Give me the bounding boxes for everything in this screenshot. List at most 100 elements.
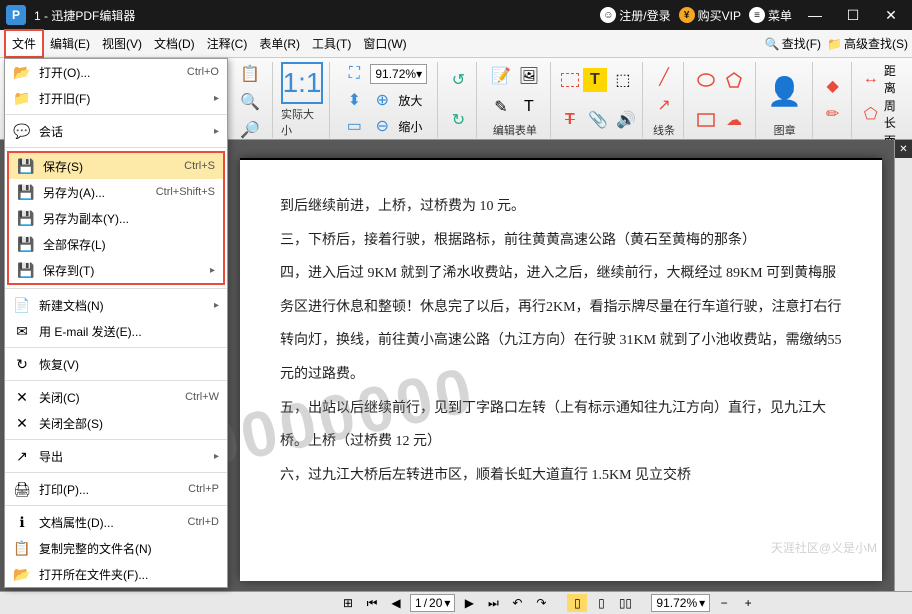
menu-open[interactable]: 📂打开(O)...Ctrl+O — [5, 59, 227, 85]
rect-icon[interactable] — [694, 108, 718, 132]
maximize-button[interactable]: ☐ — [838, 0, 868, 30]
menu-window[interactable]: 窗口(W) — [357, 31, 412, 56]
zoom-status-box[interactable]: 91.72% ▾ — [651, 594, 710, 612]
sb-prev-page[interactable]: ◀ — [386, 594, 406, 612]
page-number-box[interactable]: 1/20 ▾ — [410, 594, 455, 612]
restore-icon: ↻ — [13, 355, 31, 373]
save-as-icon: 💾 — [17, 183, 35, 201]
select-rect-icon[interactable] — [561, 73, 579, 87]
zoom-in-icon[interactable]: ⊕ — [370, 88, 394, 112]
menu-save-as[interactable]: 💾另存为(A)...Ctrl+Shift+S — [9, 179, 223, 205]
perimeter-icon[interactable]: ⬠ — [860, 102, 882, 126]
rotate-ccw-icon[interactable]: ↺ — [446, 68, 470, 92]
zoom-out-label: 缩小 — [398, 118, 422, 135]
register-login-link[interactable]: ☺注册/登录 — [600, 7, 670, 24]
save-all-icon: 💾 — [17, 235, 35, 253]
panel-close-icon[interactable]: ✕ — [895, 140, 912, 158]
menu-props[interactable]: ℹ文档属性(D)...Ctrl+D — [5, 509, 227, 535]
edit2-tool-icon[interactable]: T — [517, 95, 541, 119]
sb-next-page[interactable]: ▶ — [459, 594, 479, 612]
sb-continuous-icon[interactable]: ▯ — [591, 594, 611, 612]
zoom-out-icon[interactable]: ⊖ — [370, 114, 394, 138]
sb-facing-icon[interactable]: ▯▯ — [615, 594, 635, 612]
polygon-icon[interactable] — [722, 68, 746, 92]
line-icon[interactable]: ╱ — [652, 65, 676, 89]
buy-vip-link[interactable]: ¥购买VIP — [679, 7, 741, 24]
strike-icon[interactable]: T — [558, 108, 582, 132]
menu-session[interactable]: 💬会话▸ — [5, 118, 227, 144]
tool-find2-icon[interactable]: 🔎 — [238, 118, 262, 142]
menu-restore[interactable]: ↻恢复(V) — [5, 351, 227, 377]
tool-a-icon[interactable]: ⬚ — [611, 68, 635, 92]
zoom-in-label: 放大 — [398, 92, 422, 109]
actual-size-label: 实际大小 — [281, 106, 323, 138]
sb-forward[interactable]: ↷ — [531, 594, 551, 612]
folder-open-icon: 📂 — [13, 63, 31, 81]
props-icon: ℹ — [13, 513, 31, 531]
statusbar: ⊞ ⏮ ◀ 1/20 ▾ ▶ ⏭ ↶ ↷ ▯ ▯ ▯▯ 91.72% ▾ − + — [0, 591, 912, 614]
menu-edit[interactable]: 编辑(E) — [44, 31, 96, 56]
menu-save[interactable]: 💾保存(S)Ctrl+S — [9, 153, 223, 179]
menu-save-all[interactable]: 💾全部保存(L) — [9, 231, 223, 257]
zoom-combo[interactable]: 91.72% ▾ — [370, 64, 427, 84]
menu-comment[interactable]: 注释(C) — [201, 31, 254, 56]
pencil-icon[interactable]: ✏ — [821, 102, 845, 126]
right-sidebar: ✕ — [894, 140, 912, 591]
menu-close-all[interactable]: ✕关闭全部(S) — [5, 410, 227, 436]
text-tool-icon[interactable]: 📝 — [489, 64, 513, 88]
edit-tool-icon[interactable]: ✎ — [489, 95, 513, 119]
stamp-icon[interactable]: 👤 — [764, 70, 806, 112]
sb-zoom-in[interactable]: + — [738, 594, 758, 612]
main-menu-link[interactable]: ≡菜单 — [749, 7, 792, 24]
menu-view[interactable]: 视图(V) — [96, 31, 148, 56]
sb-zoom-out[interactable]: − — [714, 594, 734, 612]
highlight-icon[interactable]: T — [583, 68, 607, 92]
menu-form[interactable]: 表单(R) — [253, 31, 306, 56]
menu-export[interactable]: ↗导出▸ — [5, 443, 227, 469]
menu-print[interactable]: 🖨打印(P)...Ctrl+P — [5, 476, 227, 502]
advanced-find-button[interactable]: 📁高级查找(S) — [827, 35, 908, 52]
ellipse-icon[interactable] — [694, 68, 718, 92]
stamp-label: 图章 — [774, 122, 796, 138]
menu-save-to[interactable]: 💾保存到(T)▸ — [9, 257, 223, 283]
find-button[interactable]: 🔍查找(F) — [765, 35, 821, 52]
menu-new-doc[interactable]: 📄新建文档(N)▸ — [5, 292, 227, 318]
close-doc-icon: ✕ — [13, 388, 31, 406]
sound-icon[interactable]: 🔊 — [614, 108, 638, 132]
minimize-button[interactable]: — — [800, 0, 830, 30]
sb-single-page-icon[interactable]: ▯ — [567, 594, 587, 612]
fit-width-icon[interactable]: ⛶ — [342, 62, 366, 86]
sb-last-page[interactable]: ⏭ — [483, 594, 503, 612]
menubar: 文件 编辑(E) 视图(V) 文档(D) 注释(C) 表单(R) 工具(T) 窗… — [0, 30, 912, 58]
cloud-icon[interactable]: ☁ — [722, 108, 746, 132]
tool-clipboard-icon[interactable]: 📋 — [238, 62, 262, 86]
image-tool-icon[interactable]: 🖼 — [517, 64, 541, 88]
menu-tool[interactable]: 工具(T) — [306, 31, 357, 56]
sb-back[interactable]: ↶ — [507, 594, 527, 612]
close-button[interactable]: ✕ — [876, 0, 906, 30]
arrow-icon[interactable]: ↗ — [652, 93, 676, 117]
fit-page-icon[interactable]: 1:1 — [281, 62, 323, 104]
panel-toggle-icon[interactable]: ⊞ — [338, 594, 358, 612]
menu-file[interactable]: 文件 — [4, 29, 44, 58]
attach-icon[interactable]: 📎 — [586, 108, 610, 132]
user-icon: ☺ — [600, 7, 616, 23]
save-to-icon: 💾 — [17, 261, 35, 279]
doc-line-4: 五，出站以后继续前行，见到丁字路口左转（上有标示通知往九江方向）直行，见九江大桥… — [280, 392, 842, 459]
sb-first-page[interactable]: ⏮ — [362, 594, 382, 612]
eraser-icon[interactable]: ◆ — [821, 74, 845, 98]
distance-icon[interactable]: ↔ — [860, 67, 882, 91]
menu-open-old[interactable]: 📁打开旧(F)▸ — [5, 85, 227, 111]
new-doc-icon: 📄 — [13, 296, 31, 314]
menu-save-copy[interactable]: 💾另存为副本(Y)... — [9, 205, 223, 231]
rotate-cw-icon[interactable]: ↻ — [446, 108, 470, 132]
menu-document[interactable]: 文档(D) — [148, 31, 201, 56]
menu-open-folder[interactable]: 📂打开所在文件夹(F)... — [5, 561, 227, 587]
pdf-page[interactable]: 到后继续前进，上桥，过桥费为 10 元。 三，下桥后，接着行驶，根据路标，前往黄… — [240, 158, 882, 581]
menu-copy-name[interactable]: 📋复制完整的文件名(N) — [5, 535, 227, 561]
fit-height-icon[interactable]: ⬍ — [342, 88, 366, 112]
menu-email[interactable]: ✉用 E-mail 发送(E)... — [5, 318, 227, 344]
tool-find-icon[interactable]: 🔍 — [238, 90, 262, 114]
menu-close[interactable]: ✕关闭(C)Ctrl+W — [5, 384, 227, 410]
fit-both-icon[interactable]: ▭ — [342, 114, 366, 138]
